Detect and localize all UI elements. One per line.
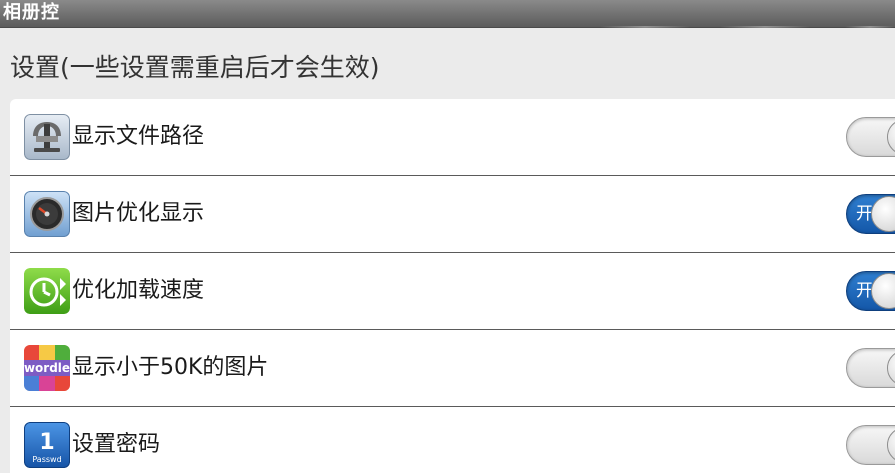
load-speed-toggle[interactable]: 开 (846, 271, 895, 311)
settings-list: 显示文件路径 图片优化显示 开 优化加载速度 开 wordle 显示小于50K的… (10, 99, 895, 473)
titlebar-highlight (600, 26, 690, 28)
toggle-knob (871, 273, 895, 309)
wordle-icon-text: wordle (24, 361, 70, 375)
toggle-knob (887, 119, 895, 155)
speedometer-icon (24, 191, 70, 237)
image-optimize-toggle[interactable]: 开 (846, 194, 895, 234)
titlebar-highlight (845, 26, 895, 28)
show-file-path-toggle[interactable] (846, 117, 895, 157)
app-title: 相册控 (3, 2, 60, 23)
toggle-knob (887, 350, 895, 386)
settings-header: 设置(一些设置需重启后才会生效) (10, 53, 380, 82)
settings-row-load-speed[interactable]: 优化加载速度 开 (10, 253, 895, 330)
toggle-knob (871, 196, 895, 232)
settings-row-small-images[interactable]: wordle 显示小于50K的图片 (10, 330, 895, 407)
password-toggle[interactable] (846, 425, 895, 465)
path-icon (24, 114, 70, 160)
settings-row-image-optimize[interactable]: 图片优化显示 开 (10, 176, 895, 253)
clock-icon (24, 268, 70, 314)
password-icon-caption: Passwd (32, 455, 61, 464)
settings-row-label: 图片优化显示 (72, 201, 205, 226)
small-images-toggle[interactable] (846, 348, 895, 388)
password-icon-digit: 1 (39, 430, 54, 455)
wordle-icon: wordle (24, 345, 70, 391)
password-icon: 1 Passwd (24, 422, 70, 468)
toggle-knob (887, 427, 895, 463)
settings-row-password[interactable]: 1 Passwd 设置密码 (10, 407, 895, 473)
title-bar: 相册控 (0, 0, 895, 28)
titlebar-highlight (720, 26, 810, 28)
settings-row-label: 显示文件路径 (72, 124, 205, 149)
settings-row-label: 显示小于50K的图片 (72, 355, 269, 380)
settings-row-show-file-path[interactable]: 显示文件路径 (10, 99, 895, 176)
settings-row-label: 设置密码 (72, 432, 161, 457)
settings-row-label: 优化加载速度 (72, 278, 205, 303)
